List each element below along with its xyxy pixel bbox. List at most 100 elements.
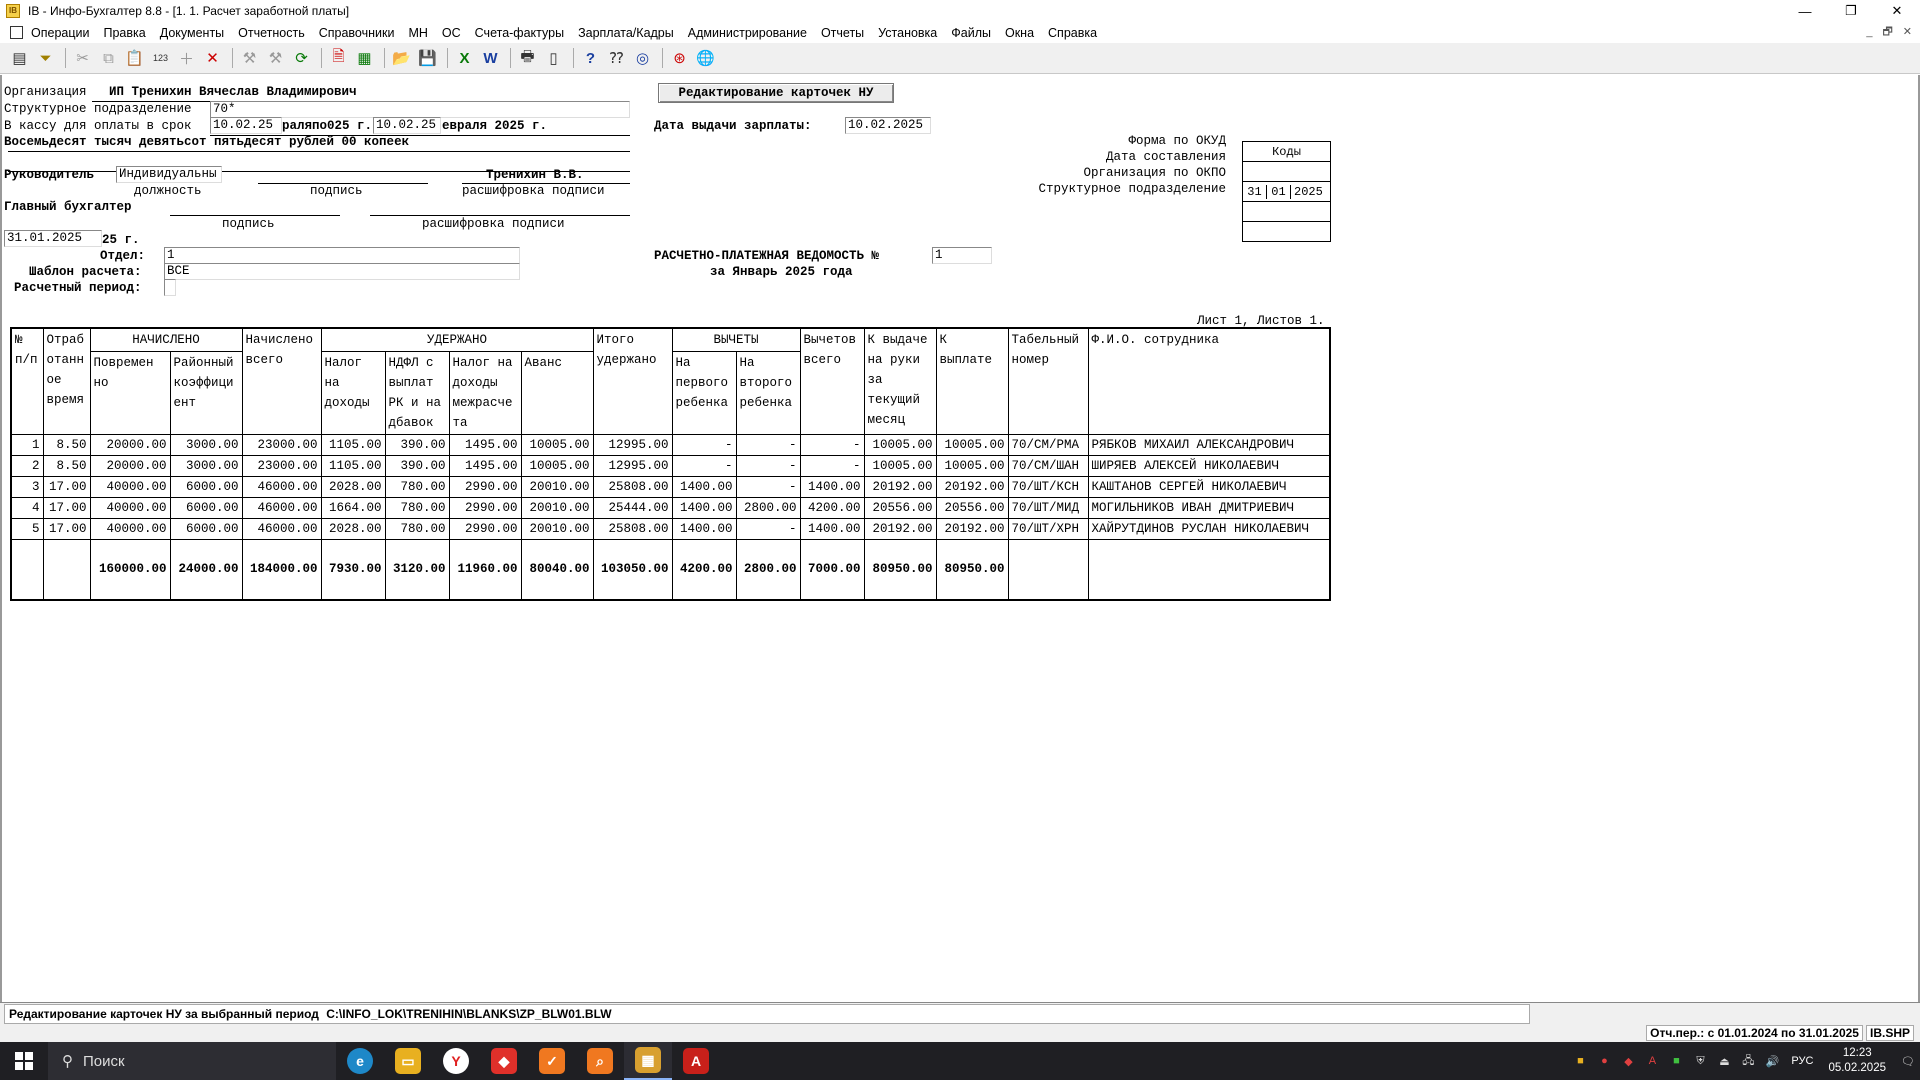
table-cell[interactable]: - xyxy=(671,455,737,477)
table-cell[interactable]: - xyxy=(735,455,801,477)
table-cell[interactable]: 46000.00 xyxy=(241,497,322,519)
table-cell[interactable]: 40000.00 xyxy=(89,476,171,498)
table-cell[interactable]: 10005.00 xyxy=(935,434,1009,456)
table-cell[interactable]: 780.00 xyxy=(384,518,450,540)
statement-number-field[interactable]: 1 xyxy=(932,247,992,264)
table-cell[interactable]: - xyxy=(735,476,801,498)
pdf-doc-icon[interactable]: 🗎 xyxy=(327,47,350,70)
table-cell[interactable]: 780.00 xyxy=(384,476,450,498)
table-cell[interactable]: 1495.00 xyxy=(448,434,522,456)
taskbar-explorer[interactable]: ▭ xyxy=(384,1042,432,1080)
table-cell[interactable]: 10005.00 xyxy=(520,455,594,477)
table-cell[interactable]: 3 xyxy=(10,476,44,498)
tray-network-icon[interactable]: 🖧 xyxy=(1739,1052,1757,1070)
tool-icon[interactable]: ⚒ xyxy=(238,47,261,70)
table-cell[interactable]: 1105.00 xyxy=(320,434,386,456)
table-cell[interactable]: 40000.00 xyxy=(89,497,171,519)
table-cell[interactable]: 20000.00 xyxy=(89,434,171,456)
document-icon[interactable] xyxy=(10,26,23,39)
dept-field[interactable]: 70* xyxy=(210,101,630,118)
tray-clock[interactable]: 12:23 05.02.2025 xyxy=(1828,1046,1886,1076)
menu-edit[interactable]: Правка xyxy=(103,26,145,40)
tray-red-icon[interactable]: ● xyxy=(1595,1052,1613,1070)
table-cell[interactable]: 70/СМ/ШАН xyxy=(1007,455,1089,477)
form-icon[interactable]: ▤ xyxy=(8,47,31,70)
table-cell[interactable]: РЯБКОВ МИХАИЛ АЛЕКСАНДРОВИЧ xyxy=(1087,434,1331,456)
excel-icon[interactable]: X xyxy=(453,47,476,70)
tray-volume-icon[interactable]: 🔊 xyxy=(1763,1052,1781,1070)
unit-field[interactable]: 1 xyxy=(164,247,520,264)
menu-salary[interactable]: Зарплата/Кадры xyxy=(578,26,674,40)
copy-icon[interactable]: ⧉ xyxy=(97,47,120,70)
table-cell[interactable]: 2028.00 xyxy=(320,518,386,540)
word-icon[interactable]: W xyxy=(479,47,502,70)
start-button[interactable] xyxy=(0,1042,48,1080)
table-cell[interactable]: 40000.00 xyxy=(89,518,171,540)
taskbar-infobuh[interactable]: ▦ xyxy=(624,1042,672,1080)
taskbar-search[interactable]: ⚲ Поиск xyxy=(48,1042,336,1080)
table-cell[interactable]: 25808.00 xyxy=(592,476,673,498)
table-cell[interactable]: 2990.00 xyxy=(448,518,522,540)
table-cell[interactable]: 20010.00 xyxy=(520,518,594,540)
menu-documents[interactable]: Документы xyxy=(160,26,224,40)
table-cell[interactable]: 10005.00 xyxy=(520,434,594,456)
table-row[interactable]: 4 17.00 40000.00 6000.00 46000.00 1664.00 780.… xyxy=(10,497,1331,519)
table-cell[interactable]: 70/ШТ/ХРН xyxy=(1007,518,1089,540)
table-row[interactable]: 2 8.50 20000.00 3000.00 23000.00 1105.00 390.0… xyxy=(10,455,1331,477)
table-cell[interactable]: 1105.00 xyxy=(320,455,386,477)
menu-mn[interactable]: МН xyxy=(408,26,427,40)
table-cell[interactable]: 1400.00 xyxy=(671,476,737,498)
context-help-icon[interactable]: ⁇ xyxy=(605,47,628,70)
compile-date-cell[interactable]: 31 01 2025 xyxy=(1242,181,1331,202)
taskbar-yandex[interactable]: Y xyxy=(432,1042,480,1080)
table-cell[interactable]: 1400.00 xyxy=(671,518,737,540)
table-cell[interactable]: 20010.00 xyxy=(520,497,594,519)
menu-files[interactable]: Файлы xyxy=(951,26,991,40)
table-row[interactable]: 3 17.00 40000.00 6000.00 46000.00 2028.00 780.… xyxy=(10,476,1331,498)
table-cell[interactable]: 5 xyxy=(10,518,44,540)
page-icon[interactable]: ▯ xyxy=(542,47,565,70)
globe-icon[interactable]: 🌐 xyxy=(694,47,717,70)
tray-green-icon[interactable]: ■ xyxy=(1667,1052,1685,1070)
menu-invoices[interactable]: Счета-фактуры xyxy=(475,26,564,40)
taskbar-edge[interactable]: e xyxy=(336,1042,384,1080)
taskbar-app-orange[interactable]: ✓ xyxy=(528,1042,576,1080)
table-cell[interactable]: 20192.00 xyxy=(863,476,937,498)
cash-to-field[interactable]: 10.02.25 xyxy=(373,117,441,134)
menu-setup[interactable]: Установка xyxy=(878,26,937,40)
table-cell[interactable]: 12995.00 xyxy=(592,455,673,477)
help-icon[interactable]: ? xyxy=(579,47,602,70)
head-position-field[interactable]: Индивидуальны xyxy=(116,166,222,183)
table-cell[interactable]: 4 xyxy=(10,497,44,519)
table-cell[interactable]: 2990.00 xyxy=(448,476,522,498)
cut-icon[interactable]: ✂ xyxy=(71,47,94,70)
maximize-button[interactable]: ❐ xyxy=(1828,0,1874,22)
tray-language[interactable]: РУС xyxy=(1787,1052,1817,1070)
notification-icon[interactable]: 🗨 xyxy=(1899,1052,1917,1070)
menu-reporting[interactable]: Отчетность xyxy=(238,26,305,40)
spreadsheet-icon[interactable]: ▦ xyxy=(353,47,376,70)
table-cell[interactable]: 1400.00 xyxy=(799,476,865,498)
table-cell[interactable]: 17.00 xyxy=(42,476,91,498)
mdi-minimize-button[interactable]: _ xyxy=(1866,22,1872,43)
template-field[interactable]: ВСЕ xyxy=(164,263,520,280)
table-cell[interactable]: 1 xyxy=(10,434,44,456)
table-cell[interactable]: 390.00 xyxy=(384,455,450,477)
table-cell[interactable]: 70/ШТ/МИД xyxy=(1007,497,1089,519)
table-cell[interactable]: 1400.00 xyxy=(671,497,737,519)
table-cell[interactable]: - xyxy=(799,434,865,456)
table-cell[interactable]: 2800.00 xyxy=(735,497,801,519)
table-cell[interactable]: 17.00 xyxy=(42,497,91,519)
paste-icon[interactable]: 📋 xyxy=(123,47,146,70)
table-cell[interactable]: 2 xyxy=(10,455,44,477)
menu-windows[interactable]: Окна xyxy=(1005,26,1034,40)
table-cell[interactable]: 6000.00 xyxy=(169,518,243,540)
table-cell[interactable]: 12995.00 xyxy=(592,434,673,456)
doc-date-field[interactable]: 31.01.2025 xyxy=(4,230,102,247)
minimize-button[interactable]: — xyxy=(1782,0,1828,22)
table-cell[interactable]: 17.00 xyxy=(42,518,91,540)
table-cell[interactable]: 10005.00 xyxy=(863,434,937,456)
table-cell[interactable]: 3000.00 xyxy=(169,455,243,477)
table-cell[interactable]: 20556.00 xyxy=(935,497,1009,519)
table-cell[interactable]: 4200.00 xyxy=(799,497,865,519)
